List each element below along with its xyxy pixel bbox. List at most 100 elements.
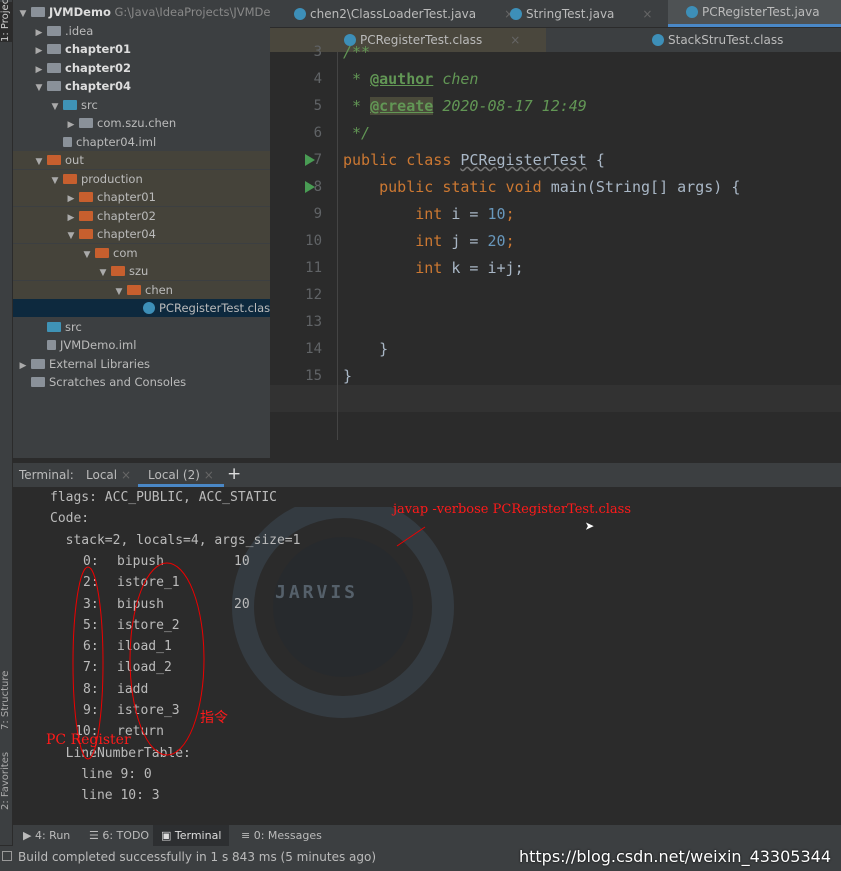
- expanded-arrow-icon[interactable]: ▼: [33, 153, 45, 171]
- tree-item-label: JVMDemo: [49, 5, 111, 19]
- tree-item[interactable]: ▼ com: [13, 243, 270, 264]
- code-editor[interactable]: 345678910111213141516/** * @author chen …: [270, 43, 841, 460]
- expanded-arrow-icon[interactable]: ▼: [81, 246, 93, 264]
- close-icon[interactable]: ×: [121, 468, 131, 482]
- collapsed-arrow-icon[interactable]: ▶: [33, 61, 45, 79]
- structure-tool-button[interactable]: 7: Structure: [0, 650, 13, 730]
- tree-item[interactable]: ▶ External Libraries: [13, 355, 270, 373]
- expanded-arrow-icon[interactable]: ▼: [113, 283, 125, 301]
- line-number: 15: [305, 368, 322, 384]
- code-line: int j = 20;: [415, 232, 515, 250]
- tree-item-label: chapter02: [65, 60, 131, 75]
- mouse-cursor-icon: ➤: [585, 517, 595, 536]
- close-icon[interactable]: ×: [642, 7, 652, 21]
- tree-item-label: chapter04: [97, 227, 156, 241]
- expanded-arrow-icon[interactable]: ▼: [49, 98, 61, 116]
- folder-orange-icon: [79, 229, 93, 239]
- close-icon[interactable]: ×: [204, 468, 214, 482]
- tree-item[interactable]: ▶ com.szu.chen: [13, 114, 270, 132]
- line-number: 4: [313, 71, 322, 87]
- module-folder-icon: [31, 7, 45, 17]
- tree-item[interactable]: chapter04.iml: [13, 133, 270, 151]
- project-path: G:\Java\IdeaProjects\JVMDemo: [114, 5, 270, 19]
- run-tool-button[interactable]: ▶ 4: Run: [23, 829, 70, 842]
- tree-item[interactable]: ▼ chapter04: [13, 225, 270, 243]
- run-gutter-icon[interactable]: [305, 181, 315, 193]
- collapsed-arrow-icon[interactable]: ▶: [65, 190, 77, 208]
- favorites-tool-button[interactable]: 2: Favorites: [0, 740, 13, 810]
- tree-item[interactable]: ▼ JVMDemo G:\Java\IdeaProjects\JVMDemo: [13, 3, 270, 21]
- tree-item[interactable]: ▶ .idea: [13, 22, 270, 40]
- terminal-tool-button[interactable]: ▣ Terminal: [153, 825, 230, 846]
- expanded-arrow-icon[interactable]: ▼: [33, 79, 45, 97]
- run-icon: ▶: [23, 829, 35, 842]
- tab-pcregistertest-java[interactable]: PCRegisterTest.java: [668, 0, 841, 27]
- expanded-arrow-icon[interactable]: ▼: [49, 172, 61, 190]
- tab-classloadertest[interactable]: chen2\ClassLoaderTest.java×: [292, 0, 514, 27]
- tree-item[interactable]: ▼ src: [13, 96, 270, 114]
- add-terminal-icon[interactable]: +: [227, 464, 241, 484]
- arrow-line: [396, 526, 426, 547]
- tree-item[interactable]: ▶ chapter02: [13, 59, 270, 77]
- pc-register-annotation: PC Register: [46, 732, 131, 748]
- tree-item[interactable]: JVMDemo.iml: [13, 336, 270, 354]
- folder-orange-icon: [79, 192, 93, 202]
- code-line: */: [343, 124, 371, 142]
- line-number: 3: [313, 44, 322, 60]
- tree-item-label: src: [81, 97, 98, 112]
- terminal-output[interactable]: JARVIS flags: ACC_PUBLIC, ACC_STATIC Code…: [13, 487, 841, 825]
- tree-item[interactable]: ▼ production: [13, 169, 270, 190]
- tree-item-label: PCRegisterTest.class: [159, 301, 270, 315]
- close-icon[interactable]: ×: [510, 33, 520, 47]
- tree-item-label: chen: [145, 282, 173, 297]
- terminal-tab-local[interactable]: Local ×: [86, 468, 131, 482]
- tree-item[interactable]: src: [13, 318, 270, 336]
- messages-tool-button[interactable]: ≡ 0: Messages: [241, 829, 322, 842]
- tree-item[interactable]: ▼ chapter04: [13, 77, 270, 95]
- code-line: public static void main(String[] args) {: [379, 178, 741, 196]
- collapsed-arrow-icon[interactable]: ▶: [65, 209, 77, 227]
- project-tool-button[interactable]: 1: Project: [0, 0, 13, 42]
- tree-item-label: chapter04: [65, 79, 131, 93]
- run-gutter-icon[interactable]: [305, 154, 315, 166]
- line-number: 9: [313, 206, 322, 222]
- tree-item[interactable]: PCRegisterTest.class: [13, 299, 270, 317]
- tree-item[interactable]: ▶ chapter01: [13, 188, 270, 206]
- tree-item[interactable]: ▶ chapter01: [13, 40, 270, 58]
- tree-item[interactable]: Scratches and Consoles: [13, 373, 270, 391]
- expanded-arrow-icon[interactable]: ▼: [17, 5, 29, 23]
- code-line: int k = i+j;: [415, 259, 524, 277]
- code-line: }: [343, 340, 389, 358]
- current-line-highlight: [270, 385, 841, 412]
- expanded-arrow-icon[interactable]: ▼: [65, 227, 77, 245]
- collapsed-arrow-icon[interactable]: ▶: [17, 357, 29, 375]
- status-toggle-icon[interactable]: [2, 851, 12, 861]
- collapsed-arrow-icon[interactable]: ▶: [65, 116, 77, 134]
- module-folder-icon: [47, 81, 61, 91]
- tree-item[interactable]: ▶ chapter02: [13, 206, 270, 227]
- line-number: 12: [305, 287, 322, 303]
- terminal-tab-local-2[interactable]: Local (2) ×: [138, 463, 224, 487]
- tree-item[interactable]: ▼ out: [13, 151, 270, 169]
- todo-tool-button[interactable]: ☰ 6: TODO: [89, 829, 149, 842]
- module-folder-icon: [47, 62, 61, 73]
- tree-item[interactable]: ▼ chen: [13, 280, 270, 301]
- collapsed-arrow-icon[interactable]: ▶: [33, 24, 45, 42]
- collapsed-arrow-icon[interactable]: ▶: [33, 42, 45, 60]
- tab-stackstrutest-class[interactable]: StackStruTest.class: [650, 28, 783, 52]
- tree-item-label: com: [113, 245, 138, 260]
- tree-item-label: chapter04.iml: [76, 134, 157, 149]
- class-icon: [686, 6, 698, 18]
- code-line: public class PCRegisterTest {: [343, 151, 605, 169]
- expanded-arrow-icon[interactable]: ▼: [97, 264, 109, 282]
- tab-stringtest[interactable]: StringTest.java ×: [508, 0, 652, 27]
- folder-blue-icon: [63, 99, 77, 110]
- line-number: 13: [305, 314, 322, 330]
- folder-grey-icon: [47, 25, 61, 36]
- instructions-ellipse: [129, 562, 205, 756]
- url-watermark: https://blog.csdn.net/weixin_43305344: [518, 847, 831, 866]
- tree-item-label: src: [65, 319, 82, 334]
- tree-item-label: External Libraries: [49, 356, 151, 371]
- tree-item[interactable]: ▼ szu: [13, 262, 270, 280]
- bottom-tool-bar: ▶ 4: Run ☰ 6: TODO ▣ Terminal ≡ 0: Messa…: [13, 825, 841, 846]
